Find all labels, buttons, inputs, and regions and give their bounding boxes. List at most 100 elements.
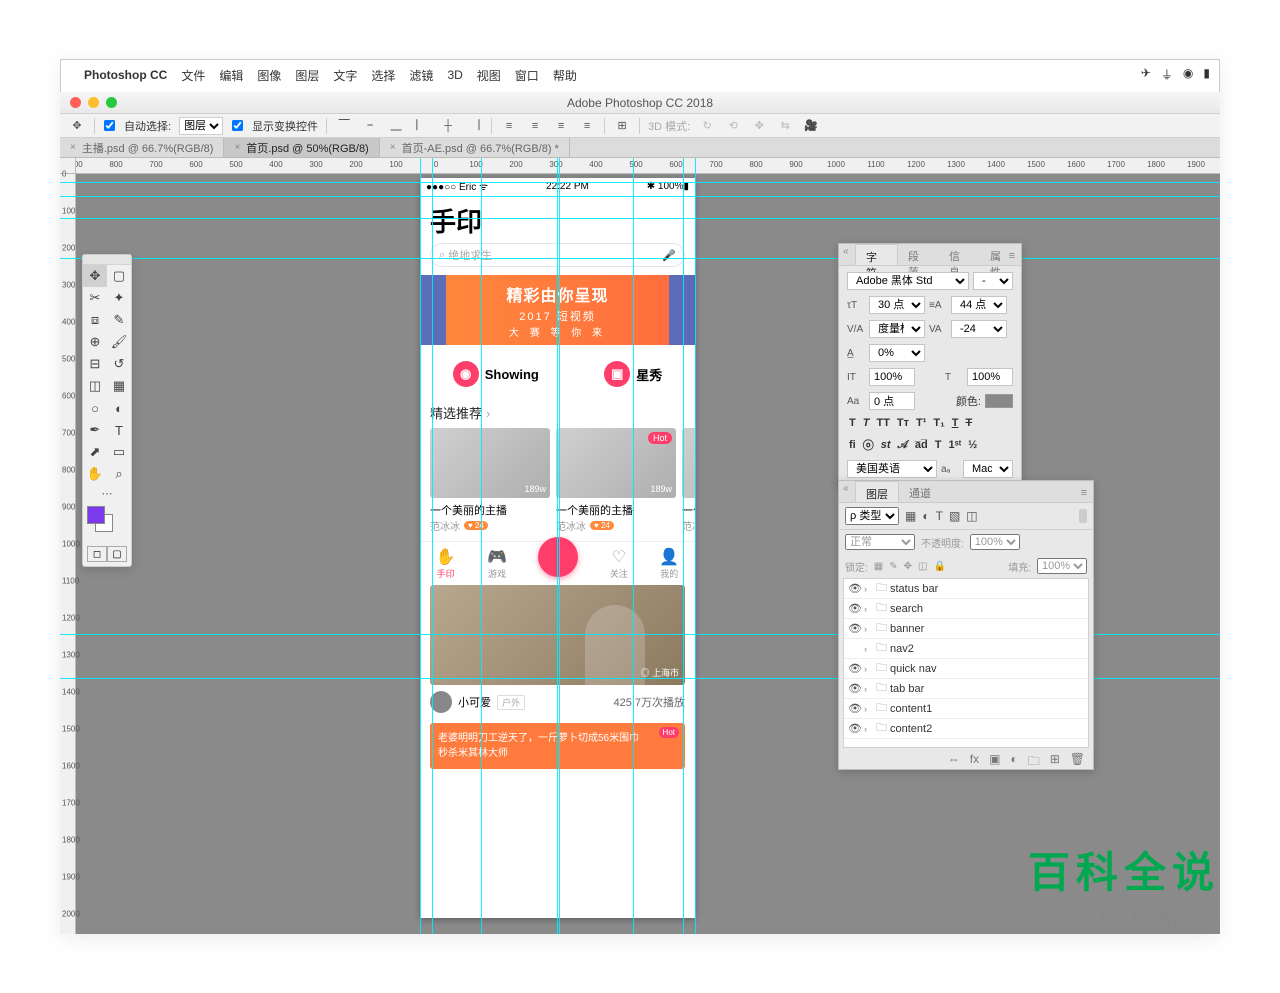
new-group-icon[interactable]: 🗀	[1028, 752, 1040, 773]
filter-smart-icon[interactable]: ◫	[966, 509, 977, 523]
baseline-select[interactable]: 0%	[869, 344, 925, 362]
menu-select[interactable]: 选择	[371, 67, 395, 84]
leading-select[interactable]: 44 点	[951, 296, 1007, 314]
lock-position-icon[interactable]: ✥	[904, 561, 912, 572]
battery-icon[interactable]: ▮	[1203, 66, 1210, 83]
expand-icon[interactable]: ›	[864, 624, 876, 634]
content-card[interactable]: 189w 一个美丽的主播 范冰冰♥ 24	[430, 428, 550, 533]
filter-type-icon[interactable]: T	[936, 509, 943, 523]
guide[interactable]	[60, 218, 1220, 219]
history-brush-tool-icon[interactable]: ↺	[107, 353, 131, 375]
underline-button[interactable]: T	[950, 416, 961, 430]
3d-orbit-icon[interactable]: ↻	[698, 117, 716, 135]
lock-artboard-icon[interactable]: ◫	[918, 561, 927, 572]
distribute-icon[interactable]: ≡	[578, 117, 596, 135]
ruler-vertical[interactable]: 0100200300400500600700800900100011001200…	[60, 174, 76, 934]
vscale-input[interactable]	[967, 368, 1013, 386]
blend-mode-select[interactable]: 正常	[845, 534, 915, 550]
shape-tool-icon[interactable]: ▭	[107, 441, 131, 463]
3d-roll-icon[interactable]: ⟲	[724, 117, 742, 135]
character-panel[interactable]: « ≡ 字符 段落 信息 属性 Adobe 黑体 Std- τT30 点≡A44…	[838, 243, 1022, 485]
filter-shape-icon[interactable]: ▧	[949, 509, 960, 523]
dodge-tool-icon[interactable]: ◐	[107, 397, 131, 419]
expand-icon[interactable]: ›	[864, 664, 876, 674]
expand-icon[interactable]: ›	[864, 604, 876, 614]
layer-row[interactable]: ›🗀nav2	[844, 639, 1088, 659]
tracking-select[interactable]: -24	[951, 320, 1007, 338]
cc-icon[interactable]: ◉	[1183, 66, 1193, 83]
opacity-select[interactable]: 100%	[970, 534, 1020, 550]
guide[interactable]	[683, 158, 684, 934]
document-tab[interactable]: ×主播.psd @ 66.7%(RGB/8)	[60, 138, 224, 157]
pen-tool-icon[interactable]: ✒	[83, 419, 107, 441]
language-select[interactable]: 美国英语	[847, 460, 937, 478]
adjustment-layer-icon[interactable]: ◐	[1010, 752, 1017, 773]
expand-icon[interactable]: ›	[864, 724, 876, 734]
close-tab-icon[interactable]: ×	[70, 142, 76, 153]
font-family-select[interactable]: Adobe 黑体 Std	[847, 272, 969, 290]
panel-drag-handle[interactable]	[83, 255, 131, 265]
layer-row[interactable]: 👁›🗀search	[844, 599, 1088, 619]
guide[interactable]	[60, 182, 1220, 183]
expand-icon[interactable]: ›	[864, 644, 876, 654]
menu-view[interactable]: 视图	[477, 67, 501, 84]
layer-row[interactable]: 👁›🗀status bar	[844, 579, 1088, 599]
3d-pan-icon[interactable]: ✥	[750, 117, 768, 135]
move-tool-icon[interactable]: ✥	[68, 117, 86, 135]
type-tool-icon[interactable]: T	[107, 419, 131, 441]
align-top-icon[interactable]: ⎺	[335, 117, 353, 135]
menu-3d[interactable]: 3D	[447, 68, 462, 82]
layer-row[interactable]: 👁›🗀content1	[844, 699, 1088, 719]
fractions-button[interactable]: ½	[966, 438, 979, 452]
lock-brush-icon[interactable]: ✎	[889, 561, 897, 572]
visibility-toggle-icon[interactable]: 👁	[848, 682, 864, 695]
superscript-button[interactable]: T¹	[914, 416, 928, 430]
healing-brush-tool-icon[interactable]: ⊕	[83, 331, 107, 353]
guide[interactable]	[557, 158, 558, 934]
hand-tool-icon[interactable]: ✋	[83, 463, 107, 485]
marquee-tool-icon[interactable]: ▢	[107, 265, 131, 287]
auto-select-mode[interactable]: 图层	[179, 117, 223, 135]
tab-games[interactable]: 🎮游戏	[487, 547, 507, 580]
document-tab[interactable]: ×首页.psd @ 50%(RGB/8)	[224, 138, 379, 157]
filter-pixel-icon[interactable]: ▦	[905, 509, 916, 523]
align-left-icon[interactable]: ⎸	[413, 117, 431, 135]
distribute-icon[interactable]: ≡	[500, 117, 518, 135]
auto-align-icon[interactable]: ⊞	[613, 117, 631, 135]
guide[interactable]	[695, 158, 696, 934]
visibility-toggle-icon[interactable]: 👁	[848, 582, 864, 595]
path-select-tool-icon[interactable]: ⬈	[83, 441, 107, 463]
close-tab-icon[interactable]: ×	[234, 142, 240, 153]
tools-panel[interactable]: ✥ ▢ ✂ ✦ ⧈ ✎ ⊕ 🖌 ⊟ ↺ ◫ ▦ ○ ◐ ✒ T ⬈ ▭ ✋ ⌕ …	[82, 254, 132, 567]
panel-tab-info[interactable]: 信息	[939, 244, 980, 265]
move-tool-icon[interactable]: ✥	[83, 265, 107, 287]
quick-nav-item[interactable]: ◉Showing	[453, 361, 539, 387]
panel-menu-icon[interactable]: ≡	[1081, 487, 1087, 499]
expand-icon[interactable]: ›	[864, 684, 876, 694]
blur-tool-icon[interactable]: ○	[83, 397, 107, 419]
lasso-tool-icon[interactable]: ✂	[83, 287, 107, 309]
app-menu[interactable]: Photoshop CC	[84, 68, 167, 82]
more-tools-icon[interactable]: ⋯	[83, 485, 131, 502]
panel-tab-character[interactable]: 字符	[855, 244, 898, 265]
guide[interactable]	[420, 158, 421, 934]
eraser-tool-icon[interactable]: ◫	[83, 375, 107, 397]
microphone-icon[interactable]: 🎤	[662, 249, 676, 262]
zoom-tool-icon[interactable]: ⌕	[107, 463, 131, 485]
eyedropper-tool-icon[interactable]: ✎	[107, 309, 131, 331]
menu-edit[interactable]: 编辑	[219, 67, 243, 84]
link-layers-icon[interactable]: ⇔	[948, 752, 960, 773]
menu-filter[interactable]: 滤镜	[409, 67, 433, 84]
guide[interactable]	[481, 158, 482, 934]
paper-plane-icon[interactable]: ✈	[1141, 66, 1151, 83]
visibility-toggle-icon[interactable]: 👁	[848, 602, 864, 615]
font-size-select[interactable]: 30 点	[869, 296, 925, 314]
panel-tab-channels[interactable]: 通道	[899, 481, 941, 502]
subscript-button[interactable]: T₁	[931, 416, 946, 430]
align-vcenter-icon[interactable]: ⎯	[361, 117, 379, 135]
screen-mode-icon[interactable]: ▢	[107, 546, 127, 562]
expand-icon[interactable]: ›	[864, 704, 876, 714]
layer-row[interactable]: 👁›🗀banner	[844, 619, 1088, 639]
clone-stamp-tool-icon[interactable]: ⊟	[83, 353, 107, 375]
wifi-icon[interactable]: ⏚	[1161, 66, 1173, 83]
